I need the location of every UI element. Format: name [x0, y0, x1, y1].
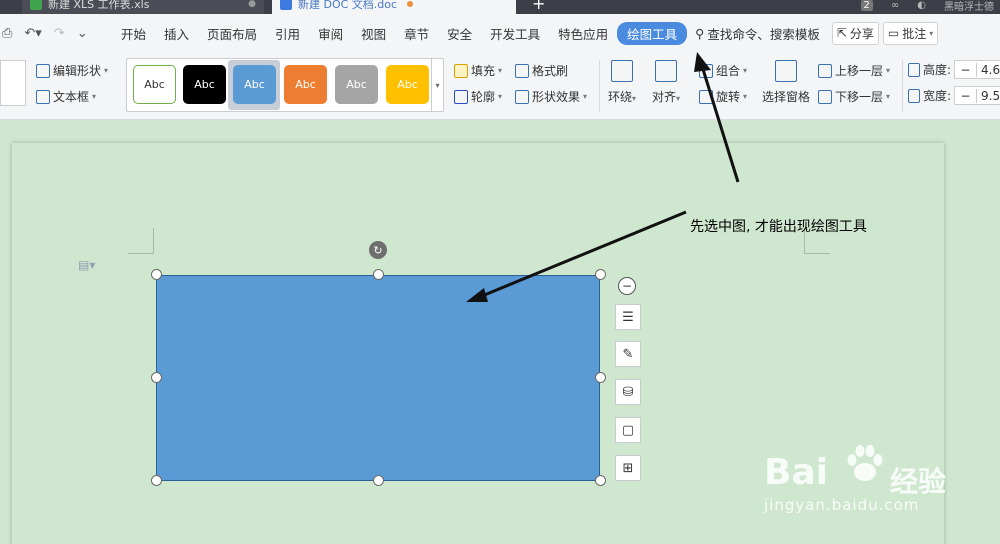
arrowhead	[466, 288, 488, 302]
watermark-url: jingyan.baidu.com	[764, 496, 920, 514]
baidu-paw-logo	[847, 445, 883, 481]
watermark-brand: Bai	[764, 452, 829, 493]
annotation-text: 先选中图, 才能出现绘图工具	[690, 219, 867, 235]
arrowhead	[694, 52, 711, 72]
arrow-to-shape	[481, 210, 687, 298]
watermark-brand-cn: 经验	[890, 465, 947, 498]
baidu-watermark: Bai 经验 jingyan.baidu.com	[764, 440, 954, 544]
arrow-to-drawing-tools	[700, 65, 740, 183]
